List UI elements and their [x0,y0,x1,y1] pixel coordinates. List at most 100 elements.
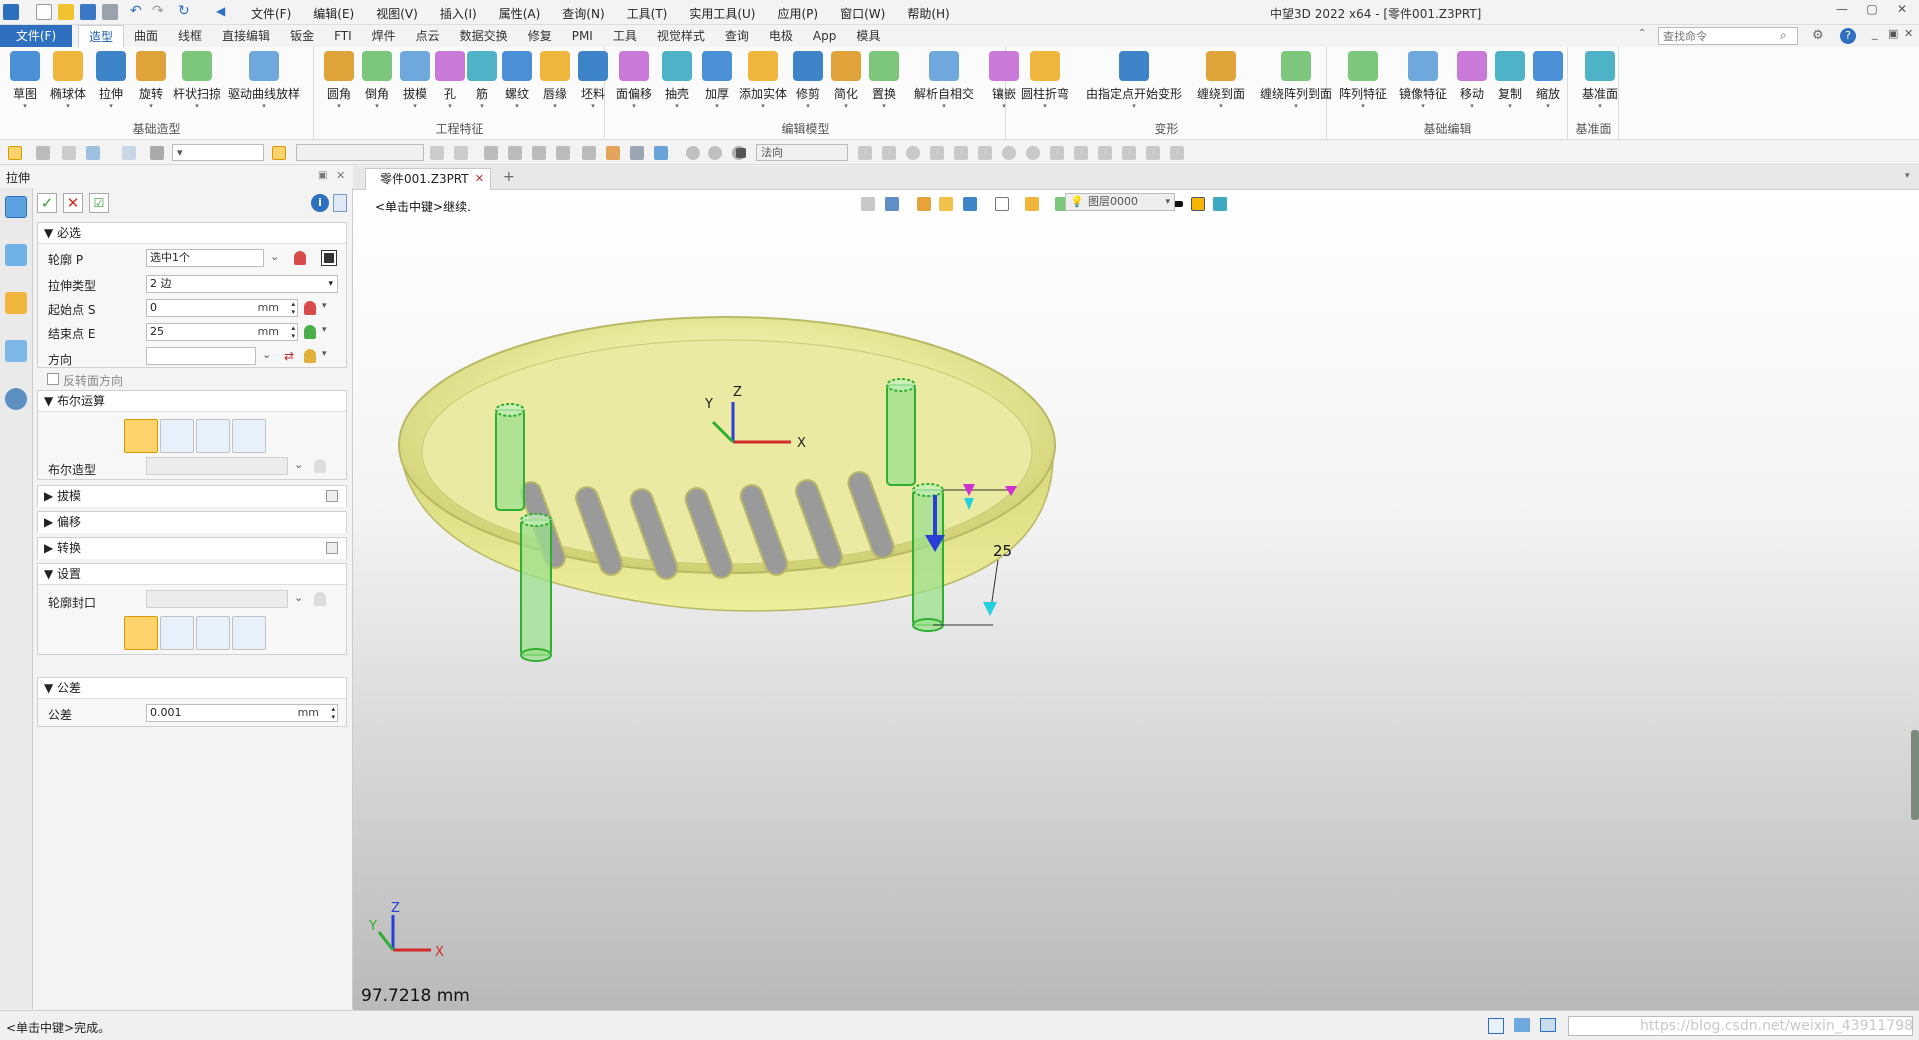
ribbon-tab[interactable]: 模具 [846,25,890,47]
ribbon-button[interactable]: 解析自相交 ▾ [904,51,984,110]
extrude-type-select[interactable]: 2 边 ▾ [146,275,338,293]
feature-manager-icon[interactable] [5,196,27,218]
menu-item[interactable]: 插入(I) [429,3,488,23]
menu-item[interactable]: 工具(T) [616,3,679,23]
ribbon-button[interactable]: 草图 ▾ [6,51,44,110]
new-file-icon[interactable] [36,4,52,20]
ribbon-button[interactable]: 拉伸 ▾ [92,51,130,110]
bird-icon[interactable] [1146,146,1160,160]
ray-icon[interactable] [978,146,992,160]
spinner-icon[interactable]: ▴ ▾ [291,324,295,340]
spinner-icon[interactable]: ▴ ▾ [331,705,335,721]
pin-front-right[interactable] [912,489,944,626]
panel-close-icon[interactable]: ✕ [336,169,345,182]
chevron-down-icon[interactable]: ▾ [467,102,497,110]
chevron-down-icon[interactable]: ▾ [321,102,357,110]
chevron-down-icon[interactable]: ▾ [1079,102,1189,110]
end-point-input[interactable]: 25 mm ▴ ▾ [146,323,298,341]
boolean-remove-button[interactable] [196,419,230,453]
circle-icon[interactable] [1002,146,1016,160]
ribbon-button[interactable]: 圆角 ▾ [321,51,357,110]
open-folder-icon[interactable] [58,4,74,20]
orient-select[interactable]: 法向 [756,144,848,161]
filter-option-icon[interactable] [430,146,444,160]
panel-pin-icon[interactable]: ▣ [318,170,327,181]
dimension-arrow[interactable] [983,602,997,616]
transform-section-header[interactable]: ▶ 转换 [38,538,346,559]
direction-input[interactable] [146,347,256,365]
image-icon[interactable] [654,146,668,160]
profile-field[interactable]: 选中1个 [146,249,264,267]
ribbon-button[interactable]: 缠绕到面 ▾ [1191,51,1251,110]
status-layout-icon[interactable] [1488,1018,1504,1034]
chevron-down-icon[interactable]: ▾ [1253,102,1339,110]
profile-pick-icon[interactable] [294,251,306,265]
chevron-down-icon[interactable]: ▾ [359,102,395,110]
ribbon-tab[interactable]: 修复 [518,25,562,47]
required-section-header[interactable]: ▼ 必选 [38,223,346,244]
profile-cap-pick-icon[interactable] [314,592,326,606]
ribbon-button[interactable]: 基准面 ▾ [1575,51,1625,110]
chevron-down-icon[interactable]: ▾ [1492,102,1528,110]
menu-item[interactable]: 实用工具(U) [678,3,766,23]
dot-icon[interactable] [906,146,920,160]
chevron-down-icon[interactable]: ▾ [435,102,465,110]
status-window-icon[interactable] [1540,1018,1556,1032]
chevron-down-icon[interactable]: ▾ [658,102,696,110]
boolean-add-button[interactable] [160,419,194,453]
ribbon-button[interactable]: 孔 ▾ [435,51,465,110]
transform-section[interactable]: ▶ 转换 [37,537,347,559]
user-icon[interactable] [5,388,27,410]
tolerance-input[interactable]: 0.001 mm ▴ ▾ [146,704,338,722]
new-tab-icon[interactable]: + [503,169,515,185]
ok-button[interactable]: ✓ [37,193,57,213]
document-tab[interactable]: 零件001.Z3PRT ✕ [365,168,491,190]
diagonal-icon[interactable] [1122,146,1136,160]
tolerance-section-header[interactable]: ▼ 公差 [38,678,346,699]
pin-back-right[interactable] [886,384,916,486]
select-pointer-icon[interactable] [8,146,22,160]
stop-icon[interactable] [736,148,746,158]
status-screen-icon[interactable] [1514,1018,1530,1032]
align-icon[interactable] [484,146,498,160]
close-tab-icon[interactable]: ✕ [475,169,484,189]
ribbon-tab[interactable]: 焊件 [362,25,406,47]
pick-filter-icon[interactable] [150,146,164,160]
line-filter-icon[interactable] [62,146,76,160]
bool-shape-input[interactable] [146,457,288,475]
part-icon[interactable] [5,292,27,314]
ribbon-button[interactable]: 由指定点开始变形 ▾ [1079,51,1189,110]
close-button[interactable]: ✕ [1892,2,1912,22]
ribbon-button[interactable]: 阵列特征 ▾ [1334,51,1392,110]
ribbon-tab[interactable]: FTI [324,25,362,47]
ribbon-button[interactable]: 添加实体 ▾ [738,51,788,110]
ribbon-button[interactable]: 杆状扫掠 ▾ [172,51,222,110]
ribbon-tab[interactable]: 造型 [78,25,125,47]
start-dropdown-icon[interactable]: ▾ [322,301,327,311]
ribbon-tab[interactable]: 视觉样式 [647,25,715,47]
offset-section-header[interactable]: ▶ 偏移 [38,512,346,533]
history-icon[interactable] [686,146,700,160]
point-filter-icon[interactable] [86,146,100,160]
entity-filter-select[interactable] [296,144,424,161]
line-icon[interactable] [954,146,968,160]
view-manager-icon[interactable] [5,340,27,362]
end-pick-icon[interactable] [304,325,316,339]
ribbon-button[interactable]: 置换 ▾ [866,51,902,110]
redo-icon[interactable]: ↷ [152,4,168,20]
ribbon-button[interactable]: 圆柱折弯 ▾ [1013,51,1077,110]
arc-icon[interactable] [1098,146,1112,160]
ribbon-button[interactable]: 驱动曲线放样 ▾ [224,51,304,110]
draft-section-header[interactable]: ▶ 拔模 [38,486,346,507]
minimize-button[interactable]: — [1832,2,1852,22]
draft-toggle-icon[interactable] [326,490,338,502]
chevron-down-icon[interactable]: ▾ [1575,102,1625,110]
wave-icon[interactable] [1050,146,1064,160]
align3-icon[interactable] [532,146,546,160]
bird2-icon[interactable] [1170,146,1184,160]
chevron-down-icon[interactable]: ▾ [612,102,656,110]
chevron-down-icon[interactable]: ▾ [224,102,304,110]
boolean-intersect-button[interactable] [232,419,266,453]
filter-option2-icon[interactable] [454,146,468,160]
cap-option-4-button[interactable] [232,616,266,650]
